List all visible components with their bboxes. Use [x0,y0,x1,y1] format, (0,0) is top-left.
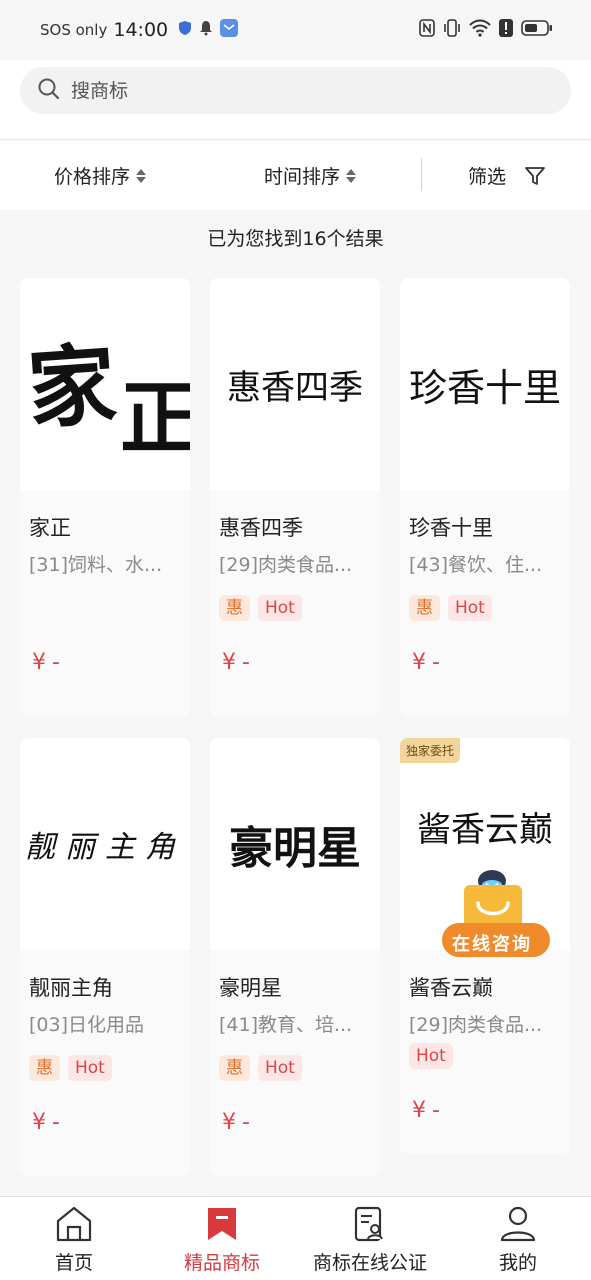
trademark-class: [29]肉类食品... [409,1014,543,1036]
profile-icon [499,1205,537,1243]
wifi-icon [469,19,491,41]
home-icon [54,1205,94,1243]
card-info: 靓丽主角 [03]日化用品 惠 Hot ¥- [20,950,190,1176]
tag-list: Hot [409,1043,453,1069]
tag-list: 惠 Hot [219,595,302,621]
card-info: 酱香云巅 [29]肉类食品... Hot ¥- [400,950,570,1154]
card-info: 豪明星 [41]教育、培... 惠 Hot ¥- [210,950,380,1176]
trademark-class: [43]餐饮、住... [409,554,543,576]
nav-premium-trademarks[interactable]: 精品商标 [181,1197,263,1280]
hot-tag: Hot [68,1055,112,1081]
nav-home[interactable]: 首页 [48,1197,100,1280]
vibrate-icon [443,19,461,41]
logo-char: 家 [24,332,119,442]
trademark-name: 惠香四季 [219,516,303,540]
sort-arrows-icon [136,168,147,183]
time-sort-button[interactable]: 时间排序 [264,141,357,210]
search-input[interactable] [71,79,521,102]
consult-label: 在线咨询 [452,934,532,955]
card-info: 珍香十里 [43]餐饮、住... 惠 Hot ¥- [400,490,570,716]
bookmark-icon [206,1205,238,1243]
trademark-name: 家正 [29,516,71,540]
price: ¥- [32,1110,66,1135]
alert-icon [499,19,513,41]
trademark-card[interactable]: 家 正 家正 [31]饲料、水... ¥- [20,278,190,716]
nav-home-label: 首页 [54,1252,93,1274]
trademark-card[interactable]: 惠香四季 惠香四季 [29]肉类食品... 惠 Hot ¥- [210,278,380,716]
trademark-card[interactable]: 珍香十里 珍香十里 [43]餐饮、住... 惠 Hot ¥- [400,278,570,716]
trademark-logo: 惠香四季 [210,278,380,490]
trademark-logo: 珍香十里 [400,278,570,490]
trademark-name: 靓丽主角 [29,976,113,1000]
nav-notarization-label: 商标在线公证 [312,1252,427,1274]
trademark-name: 酱香云巅 [409,976,493,1000]
price-sort-label: 价格排序 [54,166,131,188]
trademark-card[interactable]: 靓丽主角 靓丽主角 [03]日化用品 惠 Hot ¥- [20,738,190,1176]
trademark-class: [03]日化用品 [29,1014,145,1036]
trademark-card[interactable]: 豪明星 豪明星 [41]教育、培... 惠 Hot ¥- [210,738,380,1176]
trademark-logo: 豪明星 [210,738,380,950]
sort-bar: 价格排序 时间排序 筛选 [0,141,591,210]
discount-tag: 惠 [29,1055,60,1081]
app-notification-icon [220,19,239,41]
trademark-class: [41]教育、培... [219,1014,353,1036]
hot-tag: Hot [409,1043,453,1069]
trademark-name: 珍香十里 [409,516,493,540]
discount-tag: 惠 [219,595,250,621]
nav-premium-label: 精品商标 [183,1252,260,1274]
price: ¥- [412,650,446,675]
shield-icon [178,20,192,40]
card-info: 家正 [31]饲料、水... ¥- [20,490,190,716]
filter-icon [524,165,546,187]
time-sort-label: 时间排序 [264,166,341,188]
result-count: 已为您找到16个结果 [207,228,384,250]
trademark-name: 豪明星 [219,976,282,1000]
search-area [0,60,591,140]
price: ¥- [222,650,256,675]
hot-tag: Hot [258,595,302,621]
hot-tag: Hot [258,1055,302,1081]
divider [421,158,422,191]
trademark-class: [31]饲料、水... [29,554,163,576]
price: ¥- [222,1110,256,1135]
tag-list: 惠 Hot [409,595,492,621]
price-sort-button[interactable]: 价格排序 [54,141,147,210]
filter-label: 筛选 [468,166,507,188]
hot-tag: Hot [448,595,492,621]
card-info: 惠香四季 [29]肉类食品... 惠 Hot ¥- [210,490,380,716]
bottom-nav: 首页 精品商标 商标在线公证 我的 [0,1196,591,1280]
battery-icon [521,19,553,41]
sort-arrows-icon [346,168,357,183]
nav-profile[interactable]: 我的 [496,1197,540,1280]
tag-list: 惠 Hot [219,1055,302,1081]
filter-button[interactable]: 筛选 [468,141,546,210]
price: ¥- [412,1098,446,1123]
trademark-class: [29]肉类食品... [219,554,353,576]
document-icon [354,1205,386,1243]
trademark-logo: 家 正 [20,278,190,490]
search-icon [37,77,61,105]
bell-icon [198,20,214,40]
price: ¥- [32,650,66,675]
status-bar: SOS only 14:00 [0,0,591,60]
search-box[interactable] [20,67,571,114]
logo-char: 正 [120,371,190,465]
trademark-logo: 靓丽主角 [20,738,190,950]
discount-tag: 惠 [409,595,440,621]
nav-notarization[interactable]: 商标在线公证 [309,1197,431,1280]
exclusive-badge: 独家委托 [400,738,461,763]
tag-list: 惠 Hot [29,1055,112,1081]
clock-time: 14:00 [113,19,169,41]
nav-profile-label: 我的 [498,1252,537,1274]
nfc-icon [419,19,435,41]
online-consult-button[interactable]: 在线咨询 [440,855,552,963]
discount-tag: 惠 [219,1055,250,1081]
carrier-text: SOS only [40,21,108,39]
